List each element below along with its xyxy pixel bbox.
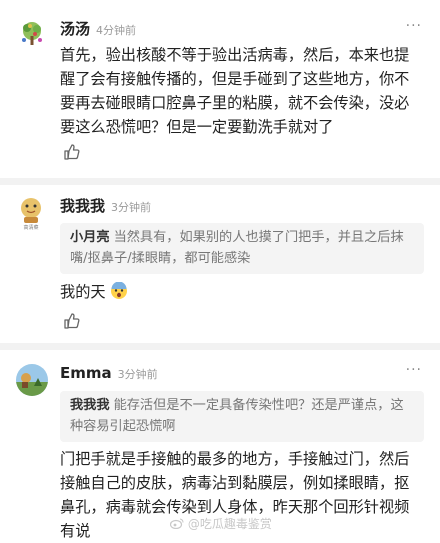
quoted-text: 能存活但是不一定具备传染性吧？还是严谨点，这种容易引起恐慌啊 [70, 398, 404, 434]
avatar[interactable] [16, 18, 48, 50]
quoted-reply[interactable]: 小月亮 当然具有，如果别的人也摸了门把手，并且之后抹嘴/抠鼻子/揉眼睛，都可能感染 [60, 223, 424, 274]
watermark: @吃瓜趣毒鉴赏 [169, 515, 272, 532]
scared-face-emoji [111, 282, 128, 299]
like-icon[interactable] [63, 143, 81, 161]
tree-avatar-icon [16, 18, 48, 50]
quoted-name[interactable]: 小月亮 [70, 230, 110, 245]
more-options-icon[interactable]: ··· [406, 18, 422, 34]
avatar[interactable]: 高清菜 [16, 195, 46, 231]
comment-text: 我的天 [60, 280, 424, 304]
cartoon-avatar-icon: 高清菜 [16, 195, 46, 231]
commenter-name[interactable]: 汤汤 4分钟前 [60, 18, 136, 39]
like-icon[interactable] [63, 312, 81, 330]
quoted-reply[interactable]: 我我我 能存活但是不一定具备传染性吧？还是严谨点，这种容易引起恐慌啊 [60, 391, 424, 442]
quoted-name[interactable]: 我我我 [70, 398, 110, 413]
divider [0, 343, 440, 350]
weibo-logo-icon [169, 518, 184, 530]
comment-2: 高清菜 我我我 3分钟前 小月亮 当然具有，如果别的人也摸了门把手，并且之后抹嘴/抠… [0, 185, 440, 335]
commenter-name[interactable]: 我我我 3分钟前 [60, 195, 151, 216]
commenter-name[interactable]: Emma 3分钟前 [60, 364, 158, 382]
comment-time: 4分钟前 [96, 24, 137, 37]
landscape-avatar-icon [16, 364, 48, 396]
comment-time: 3分钟前 [117, 368, 158, 381]
svg-text:高清菜: 高清菜 [23, 224, 38, 231]
comment-time: 3分钟前 [111, 201, 152, 214]
comment-text: 首先，验出核酸不等于验出活病毒，然后，本来也提醒了会有接触传播的，但是手碰到了这… [60, 46, 410, 136]
avatar[interactable] [16, 364, 48, 396]
quoted-text: 当然具有，如果别的人也摸了门把手，并且之后抹嘴/抠鼻子/揉眼睛，都可能感染 [70, 230, 404, 266]
comment-3: Emma 3分钟前 ··· 我我我 能存活但是不一定具备传染性吧？还是严谨点，这种容… [0, 350, 440, 540]
comment-1: 汤汤 4分钟前 ··· 首先，验出核酸不等于验出活病毒，然后，本来也提醒了会有接触… [0, 0, 440, 178]
more-options-icon[interactable]: ··· [406, 362, 422, 378]
divider [0, 178, 440, 185]
